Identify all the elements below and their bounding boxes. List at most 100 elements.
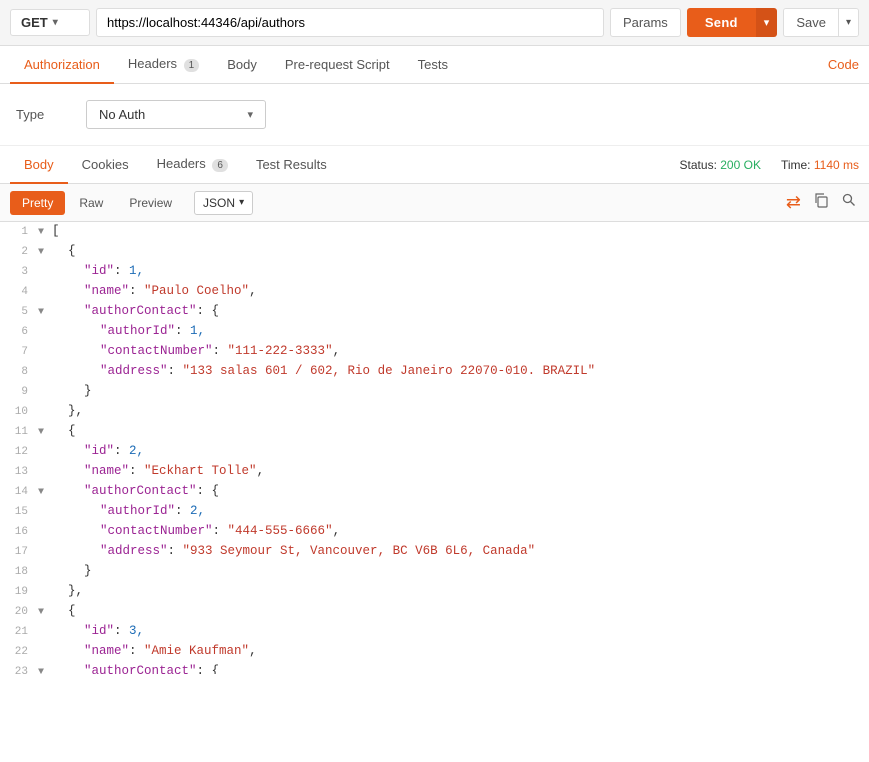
params-button[interactable]: Params [610, 8, 681, 37]
line-toggle-icon[interactable]: ▼ [38, 605, 52, 621]
time-value: 1140 ms [814, 158, 859, 172]
request-tabs: Authorization Headers 1 Body Pre-request… [0, 46, 869, 84]
tab-response-body[interactable]: Body [10, 147, 68, 184]
line-content: "id": 2, [52, 442, 869, 461]
format-chevron-icon: ▾ [239, 197, 244, 208]
tab-response-cookies[interactable]: Cookies [68, 147, 143, 184]
line-toggle-icon[interactable]: ▼ [38, 425, 52, 441]
json-line: 14▼"authorContact": { [0, 482, 869, 502]
json-line: 11▼{ [0, 422, 869, 442]
tab-prerequest[interactable]: Pre-request Script [271, 47, 404, 84]
save-button[interactable]: Save [784, 9, 838, 36]
json-line: 15"authorId": 2, [0, 502, 869, 522]
json-line: 9} [0, 382, 869, 402]
time-label: Time: 1140 ms [781, 158, 859, 172]
copy-button[interactable] [811, 190, 831, 215]
json-line: 3"id": 1, [0, 262, 869, 282]
json-line: 19}, [0, 582, 869, 602]
format-select[interactable]: JSON ▾ [194, 191, 253, 215]
code-link[interactable]: Code [828, 57, 859, 72]
line-content: "address": "933 Seymour St, Vancouver, B… [52, 542, 869, 561]
line-content: { [52, 242, 869, 261]
line-toggle-icon[interactable]: ▼ [38, 305, 52, 321]
send-button[interactable]: Send [687, 8, 756, 37]
tab-preview[interactable]: Preview [117, 191, 184, 215]
tab-pretty[interactable]: Pretty [10, 191, 65, 215]
line-content: } [52, 382, 869, 401]
line-content: "name": "Eckhart Tolle", [52, 462, 869, 481]
auth-type-label: Type [16, 107, 66, 122]
line-toggle-icon[interactable]: ▼ [38, 485, 52, 501]
status-label: Status: 200 OK [680, 158, 761, 172]
auth-type-row: Type No Auth ▾ [0, 84, 869, 146]
view-actions: ⇄ [784, 190, 859, 215]
response-tabs: Body Cookies Headers 6 Test Results Stat… [0, 146, 869, 184]
json-line: 17"address": "933 Seymour St, Vancouver,… [0, 542, 869, 562]
json-line: 21"id": 3, [0, 622, 869, 642]
line-content: "name": "Amie Kaufman", [52, 642, 869, 661]
status-value: 200 OK [720, 158, 761, 172]
line-content: "contactNumber": "444-555-6666", [52, 522, 869, 541]
response-headers-badge: 6 [212, 159, 228, 172]
url-input[interactable] [96, 8, 604, 37]
tab-tests[interactable]: Tests [404, 47, 462, 84]
json-line: 7"contactNumber": "111-222-3333", [0, 342, 869, 362]
line-content: "id": 1, [52, 262, 869, 281]
response-status: Status: 200 OK Time: 1140 ms [680, 158, 859, 172]
json-line: 18} [0, 562, 869, 582]
auth-chevron-icon: ▾ [247, 108, 253, 121]
tab-raw[interactable]: Raw [67, 191, 115, 215]
line-toggle-icon[interactable]: ▼ [38, 245, 52, 261]
json-line: 4"name": "Paulo Coelho", [0, 282, 869, 302]
json-line: 8"address": "133 salas 601 / 602, Rio de… [0, 362, 869, 382]
line-content: } [52, 562, 869, 581]
json-line: 22"name": "Amie Kaufman", [0, 642, 869, 662]
json-line: 23▼"authorContact": { [0, 662, 869, 674]
json-viewer: 1▼[2▼{3"id": 1,4"name": "Paulo Coelho",5… [0, 222, 869, 674]
line-content: "name": "Paulo Coelho", [52, 282, 869, 301]
send-dropdown-button[interactable]: ▾ [756, 8, 778, 37]
line-content: }, [52, 582, 869, 601]
json-line: 2▼{ [0, 242, 869, 262]
line-content: "id": 3, [52, 622, 869, 641]
headers-badge: 1 [184, 59, 200, 72]
json-line: 20▼{ [0, 602, 869, 622]
tab-response-headers[interactable]: Headers 6 [143, 146, 242, 184]
method-chevron-icon: ▾ [53, 17, 58, 28]
json-line: 16"contactNumber": "444-555-6666", [0, 522, 869, 542]
send-button-group: Send ▾ [687, 8, 778, 37]
json-line: 5▼"authorContact": { [0, 302, 869, 322]
json-line: 12"id": 2, [0, 442, 869, 462]
line-content: { [52, 422, 869, 441]
json-line: 6"authorId": 1, [0, 322, 869, 342]
line-content: "authorId": 1, [52, 322, 869, 341]
json-line: 10}, [0, 402, 869, 422]
json-line: 1▼[ [0, 222, 869, 242]
line-content: { [52, 602, 869, 621]
auth-type-value: No Auth [99, 107, 145, 122]
save-dropdown-button[interactable]: ▾ [838, 9, 858, 36]
auth-type-select[interactable]: No Auth ▾ [86, 100, 266, 129]
method-select[interactable]: GET ▾ [10, 9, 90, 36]
tab-headers[interactable]: Headers 1 [114, 46, 213, 84]
line-content: "contactNumber": "111-222-3333", [52, 342, 869, 361]
tab-body[interactable]: Body [213, 47, 271, 84]
tab-test-results[interactable]: Test Results [242, 147, 341, 184]
search-button[interactable] [839, 190, 859, 215]
line-toggle-icon[interactable]: ▼ [38, 665, 52, 674]
line-content: }, [52, 402, 869, 421]
method-label: GET [21, 15, 48, 30]
line-content: "authorContact": { [52, 482, 869, 501]
line-content: [ [52, 222, 869, 241]
line-toggle-icon[interactable]: ▼ [38, 225, 52, 241]
line-content: "authorContact": { [52, 302, 869, 321]
json-line: 13"name": "Eckhart Tolle", [0, 462, 869, 482]
view-tabs: Pretty Raw Preview JSON ▾ ⇄ [0, 184, 869, 222]
url-bar: GET ▾ Params Send ▾ Save ▾ [0, 0, 869, 46]
wrap-button[interactable]: ⇄ [784, 190, 803, 215]
format-value: JSON [203, 196, 235, 210]
line-content: "authorId": 2, [52, 502, 869, 521]
tab-authorization[interactable]: Authorization [10, 47, 114, 84]
line-content: "authorContact": { [52, 662, 869, 674]
save-button-group: Save ▾ [783, 8, 859, 37]
